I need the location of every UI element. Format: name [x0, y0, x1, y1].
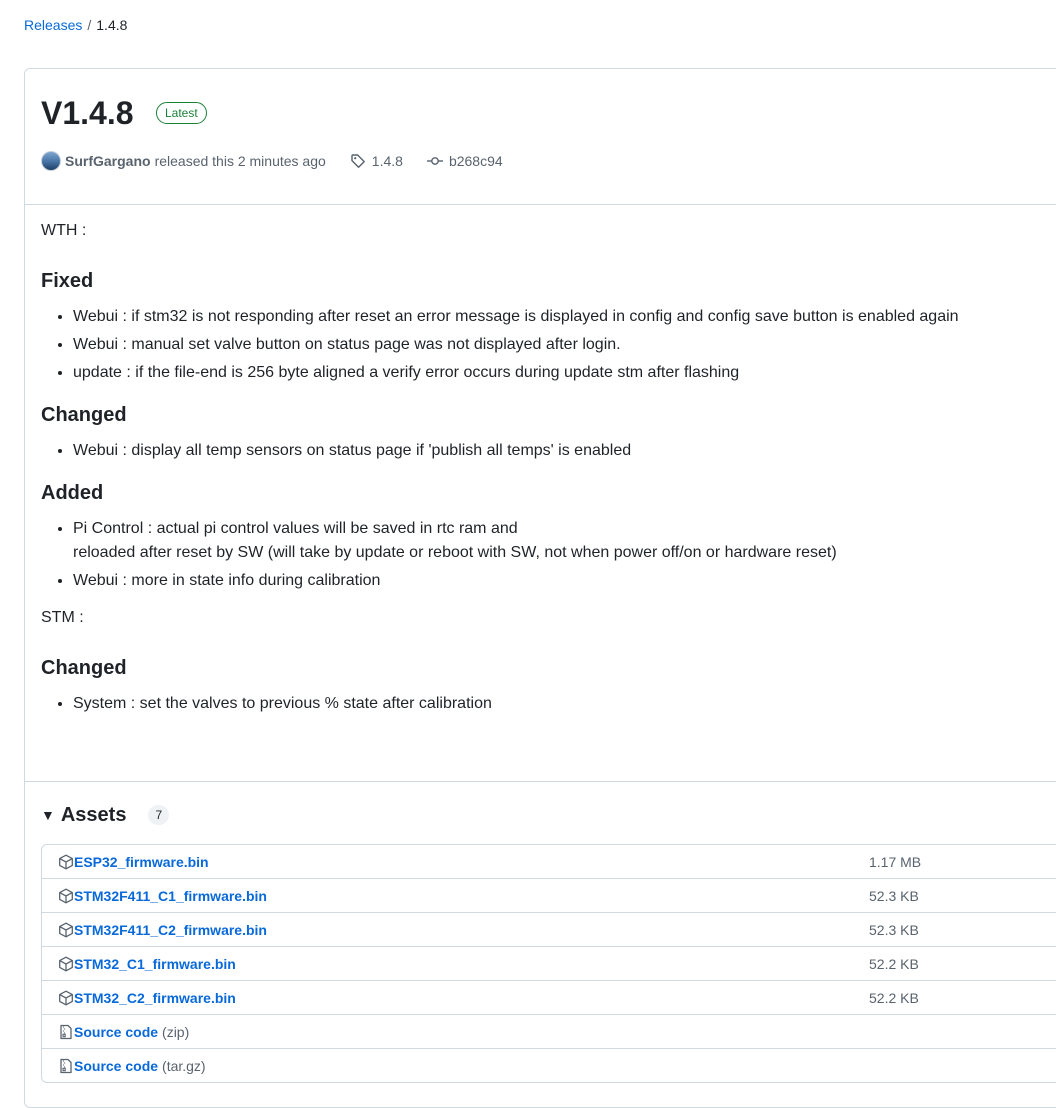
- asset-row: Source code (tar.gz): [42, 1048, 1056, 1082]
- package-icon: [59, 888, 73, 903]
- commit-item[interactable]: b268c94: [426, 153, 503, 169]
- latest-badge: Latest: [155, 102, 207, 124]
- asset-size: 52.2 KB: [869, 955, 919, 972]
- added-item-line2: reloaded after reset by SW (will take by…: [73, 544, 837, 561]
- asset-link[interactable]: ESP32_firmware.bin: [74, 854, 209, 870]
- stm-changed-list: System : set the valves to previous % st…: [41, 692, 1056, 716]
- list-item: Pi Control : actual pi control values wi…: [73, 517, 1056, 565]
- assets-section: ▼ Assets 7 ESP32_firmware.bin 1.17 MB ST…: [41, 803, 1056, 1083]
- list-item: Webui : more in state info during calibr…: [73, 569, 1056, 593]
- stm-changed-heading: Changed: [41, 657, 127, 679]
- fixed-list: Webui : if stm32 is not responding after…: [41, 305, 1056, 385]
- assets-toggle[interactable]: ▼ Assets 7: [41, 803, 1056, 827]
- assets-count: 7: [148, 805, 170, 825]
- breadcrumb-current: 1.4.8: [96, 17, 128, 33]
- asset-size: 52.3 KB: [869, 887, 919, 904]
- breadcrumb-releases-link[interactable]: Releases: [24, 17, 82, 33]
- header-divider: [25, 204, 1056, 205]
- asset-size: 52.3 KB: [869, 921, 919, 938]
- list-item: System : set the valves to previous % st…: [73, 692, 1056, 716]
- asset-link[interactable]: STM32F411_C2_firmware.bin: [74, 922, 267, 938]
- asset-link[interactable]: STM32_C1_firmware.bin: [74, 956, 236, 972]
- wth-label: WTH :: [41, 222, 87, 239]
- added-list: Pi Control : actual pi control values wi…: [41, 517, 1056, 593]
- tag-item[interactable]: 1.4.8: [350, 153, 403, 169]
- changed-list: Webui : display all temp sensors on stat…: [41, 439, 1056, 463]
- tag-icon: [351, 154, 365, 168]
- release-meta: SurfGargano released this 2 minutes ago …: [41, 151, 503, 171]
- list-item: Webui : if stm32 is not responding after…: [73, 305, 1056, 329]
- asset-row: STM32F411_C1_firmware.bin 52.3 KB: [42, 878, 1056, 912]
- assets-divider: [25, 781, 1056, 782]
- asset-row: ESP32_firmware.bin 1.17 MB: [42, 845, 1056, 878]
- fixed-heading: Fixed: [41, 270, 94, 292]
- asset-link[interactable]: Source code: [74, 1058, 158, 1074]
- asset-row: STM32_C1_firmware.bin 52.2 KB: [42, 946, 1056, 980]
- file-zip-icon: [60, 1024, 72, 1039]
- asset-link[interactable]: STM32F411_C1_firmware.bin: [74, 888, 267, 904]
- list-item: update : if the file-end is 256 byte ali…: [73, 361, 1056, 385]
- package-icon: [59, 854, 73, 869]
- asset-suffix: (tar.gz): [162, 1057, 206, 1074]
- asset-row: STM32F411_C2_firmware.bin 52.3 KB: [42, 912, 1056, 946]
- added-heading: Added: [41, 482, 104, 504]
- tag-label: 1.4.8: [371, 153, 403, 169]
- added-item-line1: Pi Control : actual pi control values wi…: [73, 520, 518, 537]
- asset-link[interactable]: Source code: [74, 1024, 158, 1040]
- release-notes: WTH : Fixed Webui : if stm32 is not resp…: [41, 219, 1056, 720]
- commit-label: b268c94: [448, 153, 503, 169]
- package-icon: [59, 990, 73, 1005]
- breadcrumb-separator: /: [87, 17, 92, 33]
- caret-down-icon: ▼: [41, 807, 55, 823]
- author-link[interactable]: SurfGargano: [65, 153, 151, 169]
- git-commit-icon: [426, 157, 443, 165]
- asset-size: 52.2 KB: [869, 989, 919, 1006]
- author-avatar[interactable]: [41, 151, 61, 171]
- release-title[interactable]: V1.4.8: [41, 93, 134, 133]
- asset-size: 1.17 MB: [869, 853, 922, 870]
- asset-link[interactable]: STM32_C2_firmware.bin: [74, 990, 236, 1006]
- stm-label: STM :: [41, 609, 84, 626]
- list-item: Webui : manual set valve button on statu…: [73, 333, 1056, 357]
- release-header: V1.4.8 Latest SurfGargano released this …: [41, 93, 1056, 171]
- release-card: V1.4.8 Latest SurfGargano released this …: [24, 68, 1056, 1108]
- file-zip-icon: [60, 1058, 72, 1073]
- asset-suffix: (zip): [162, 1023, 190, 1040]
- asset-row: STM32_C2_firmware.bin 52.2 KB: [42, 980, 1056, 1014]
- asset-list: ESP32_firmware.bin 1.17 MB STM32F411_C1_…: [41, 844, 1056, 1083]
- package-icon: [59, 922, 73, 937]
- changed-heading: Changed: [41, 404, 127, 426]
- breadcrumb: Releases /1.4.8: [24, 17, 127, 33]
- package-icon: [59, 956, 73, 971]
- list-item: Webui : display all temp sensors on stat…: [73, 439, 1056, 463]
- asset-row: Source code (zip): [42, 1014, 1056, 1048]
- released-time: released this 2 minutes ago: [154, 153, 326, 169]
- assets-heading: Assets: [60, 804, 127, 826]
